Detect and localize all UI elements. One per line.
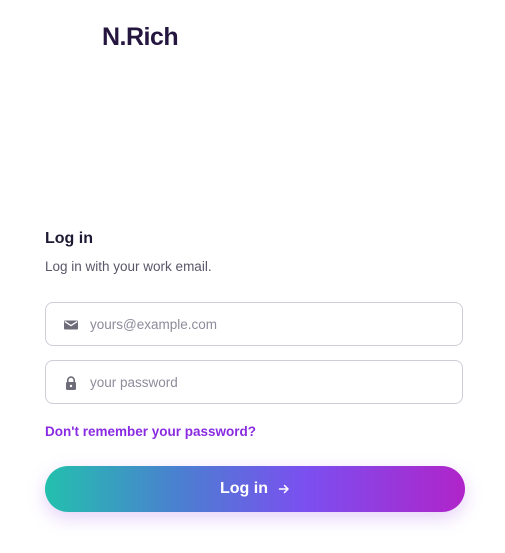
login-title: Log in (45, 230, 93, 247)
email-field[interactable] (45, 302, 463, 346)
login-button-label: Log in (220, 480, 268, 497)
forgot-password-link[interactable]: Don't remember your password? (45, 424, 256, 439)
lock-icon (66, 376, 76, 390)
brand-name: N.Rich (102, 22, 179, 51)
email-input[interactable] (90, 303, 450, 345)
mail-icon (64, 320, 78, 330)
password-field[interactable] (45, 360, 463, 404)
arrow-right-icon (278, 484, 289, 494)
password-input[interactable] (90, 361, 450, 403)
brand-logo: N.Rich (45, 16, 179, 58)
login-subtitle: Log in with your work email. (45, 259, 212, 274)
waveform-logo-icon (46, 17, 88, 57)
login-button[interactable]: Log in (45, 466, 465, 512)
